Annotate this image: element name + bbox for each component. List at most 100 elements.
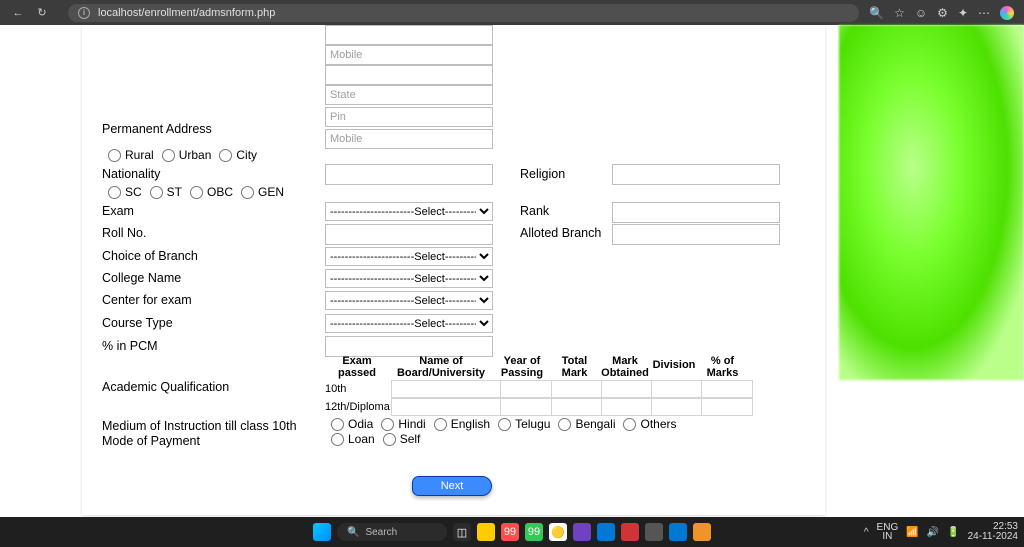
r1-year[interactable]: [500, 380, 552, 398]
next-button-label: Next: [441, 480, 464, 492]
nationality-label: Nationality: [102, 167, 160, 181]
language-indicator[interactable]: ENG IN: [877, 523, 899, 541]
refresh-icon[interactable]: ↻: [34, 5, 50, 21]
r1-obt[interactable]: [601, 380, 653, 398]
nationality-field[interactable]: [325, 164, 493, 185]
r1-board[interactable]: [391, 380, 501, 398]
explorer-icon[interactable]: [477, 523, 495, 541]
choice-branch-select[interactable]: -----------------------Select-----------…: [325, 247, 493, 266]
caste-obc-radio[interactable]: [190, 186, 203, 199]
center-exam-select[interactable]: -----------------------Select-----------…: [325, 291, 493, 310]
battery-icon[interactable]: 🔋: [947, 527, 959, 538]
state-field[interactable]: [325, 85, 493, 105]
pay-self-radio[interactable]: [383, 433, 396, 446]
area-city-radio[interactable]: [219, 149, 232, 162]
religion-field[interactable]: [612, 164, 780, 185]
wifi-icon[interactable]: 📶: [906, 527, 918, 538]
more-icon[interactable]: ⋯: [978, 6, 990, 20]
rollno-label: Roll No.: [102, 226, 146, 240]
academic-qualification-label: Academic Qualification: [102, 380, 229, 394]
taskbar-search[interactable]: 🔍 Search: [337, 523, 447, 541]
pin-field[interactable]: [325, 107, 493, 127]
rank-field[interactable]: [612, 202, 780, 223]
med-odia-radio[interactable]: [331, 418, 344, 431]
copilot-icon[interactable]: [1000, 6, 1014, 20]
r1-pct[interactable]: [701, 380, 753, 398]
alloted-branch-label: Alloted Branch: [520, 226, 601, 240]
area-urban-label: Urban: [179, 148, 212, 162]
address-bar[interactable]: i localhost/enrollment/admsnform.php: [68, 4, 859, 22]
taskbar-clock[interactable]: 22:53 24-11-2024: [968, 522, 1018, 542]
taskbar-search-label: Search: [365, 527, 397, 538]
mobile-field-b[interactable]: [325, 129, 493, 149]
star-icon[interactable]: ☆: [894, 6, 905, 20]
back-icon[interactable]: ←: [10, 5, 26, 21]
med-odia-label: Odia: [348, 417, 373, 431]
taskview-icon[interactable]: ◫: [453, 523, 471, 541]
exam-select[interactable]: -----------------------Select-----------…: [325, 202, 493, 221]
field-blank-1[interactable]: [325, 65, 493, 85]
zoom-icon[interactable]: 🔍: [869, 6, 884, 20]
th-total-mark: Total Mark: [552, 355, 597, 379]
favorites-icon[interactable]: ✦: [958, 6, 968, 20]
caste-sc-radio[interactable]: [108, 186, 121, 199]
xampp-icon[interactable]: [693, 523, 711, 541]
extension-icon[interactable]: ⚙: [937, 6, 948, 20]
course-type-label: Course Type: [102, 316, 173, 330]
app-icon-4[interactable]: [621, 523, 639, 541]
smile-icon[interactable]: ☺: [915, 6, 927, 20]
r2-total[interactable]: [551, 398, 603, 416]
clock-date: 24-11-2024: [968, 532, 1018, 542]
app-icon-3[interactable]: [573, 523, 591, 541]
med-others-radio[interactable]: [623, 418, 636, 431]
pay-loan-label: Loan: [348, 432, 375, 446]
pay-radio-group: Loan Self: [325, 432, 420, 446]
r2-pct[interactable]: [701, 398, 753, 416]
app-icon-2[interactable]: 99: [525, 523, 543, 541]
tray-chevron-icon[interactable]: ^: [864, 527, 869, 538]
r2-board[interactable]: [391, 398, 501, 416]
info-icon[interactable]: i: [78, 7, 90, 19]
edge-icon[interactable]: [669, 523, 687, 541]
caste-st-radio[interactable]: [150, 186, 163, 199]
caste-st-label: ST: [167, 185, 182, 199]
med-telugu-radio[interactable]: [498, 418, 511, 431]
th-exam-passed: Exam passed: [327, 355, 387, 379]
area-city-label: City: [236, 148, 257, 162]
area-rural-radio[interactable]: [108, 149, 121, 162]
area-urban-radio[interactable]: [162, 149, 175, 162]
alloted-branch-field[interactable]: [612, 224, 780, 245]
r2-obt[interactable]: [601, 398, 653, 416]
area-radio-group: Rural Urban City: [102, 148, 257, 162]
search-icon: 🔍: [347, 527, 359, 538]
pay-loan-radio[interactable]: [331, 433, 344, 446]
r2-div[interactable]: [651, 398, 703, 416]
mobile-field-a[interactable]: [325, 45, 493, 65]
app-icon-1[interactable]: 99: [501, 523, 519, 541]
med-english-radio[interactable]: [434, 418, 447, 431]
caste-gen-radio[interactable]: [241, 186, 254, 199]
field-unknown-top[interactable]: [325, 25, 493, 45]
volume-icon[interactable]: 🔊: [927, 527, 939, 538]
rollno-field[interactable]: [325, 224, 493, 245]
course-type-select[interactable]: -----------------------Select-----------…: [325, 314, 493, 333]
background-decoration: [839, 25, 1024, 380]
pct-pcm-field[interactable]: [325, 336, 493, 357]
r1-total[interactable]: [551, 380, 603, 398]
th-division: Division: [650, 359, 698, 371]
start-icon[interactable]: [313, 523, 331, 541]
college-name-label: College Name: [102, 271, 181, 285]
college-name-select[interactable]: -----------------------Select-----------…: [325, 269, 493, 288]
next-button[interactable]: Next: [412, 476, 492, 496]
med-bengali-radio[interactable]: [558, 418, 571, 431]
chrome-icon[interactable]: 🟡: [549, 523, 567, 541]
med-hindi-radio[interactable]: [381, 418, 394, 431]
vscode-icon[interactable]: [597, 523, 615, 541]
app-icon-5[interactable]: [645, 523, 663, 541]
rank-label: Rank: [520, 204, 549, 218]
religion-label: Religion: [520, 167, 565, 181]
r1-div[interactable]: [651, 380, 703, 398]
r2-year[interactable]: [500, 398, 552, 416]
th-pct-marks: % of Marks: [700, 355, 745, 379]
caste-radio-group: SC ST OBC GEN: [102, 185, 284, 199]
